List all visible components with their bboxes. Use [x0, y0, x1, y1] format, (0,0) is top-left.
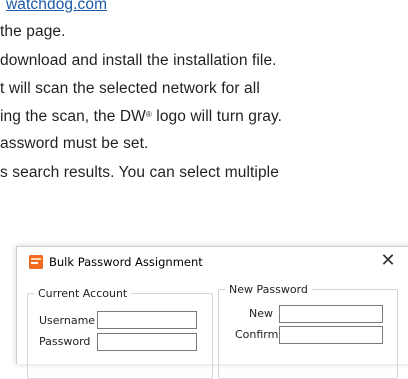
- username-label: Username: [39, 314, 96, 327]
- doc-line-5: ing the scan, the DW® logo will turn gra…: [0, 108, 282, 126]
- dialog-titlebar: Bulk Password Assignment ✕: [17, 247, 408, 277]
- doc-line-5-part-b: logo will turn gray.: [151, 108, 283, 125]
- dialog-title: Bulk Password Assignment: [49, 255, 203, 269]
- registered-mark: ®: [145, 110, 152, 119]
- new-password-legend: New Password: [229, 283, 308, 296]
- doc-line-4: t will scan the selected network for all: [0, 80, 260, 97]
- doc-line-7: s search results. You can select multipl…: [0, 164, 279, 181]
- new-label: New: [249, 307, 273, 320]
- doc-line-2: the page.: [0, 23, 66, 40]
- confirm-password-input[interactable]: [279, 326, 383, 344]
- confirm-label: Confirm: [235, 328, 279, 341]
- app-icon: [29, 255, 43, 269]
- doc-line-6: assword must be set.: [0, 135, 149, 152]
- link-line: watchdog.com: [6, 0, 107, 14]
- new-password-input[interactable]: [279, 305, 383, 323]
- watchdog-link[interactable]: watchdog.com: [6, 0, 107, 13]
- username-input[interactable]: [97, 311, 197, 329]
- password-input[interactable]: [97, 333, 197, 351]
- doc-line-3: download and install the installation fi…: [0, 52, 277, 69]
- doc-line-5-part-a: ing the scan, the DW: [0, 108, 146, 125]
- current-account-legend: Current Account: [38, 287, 128, 300]
- password-label: Password: [39, 335, 91, 348]
- close-icon[interactable]: ✕: [375, 250, 401, 274]
- bulk-password-dialog: Bulk Password Assignment ✕ Current Accou…: [16, 246, 408, 379]
